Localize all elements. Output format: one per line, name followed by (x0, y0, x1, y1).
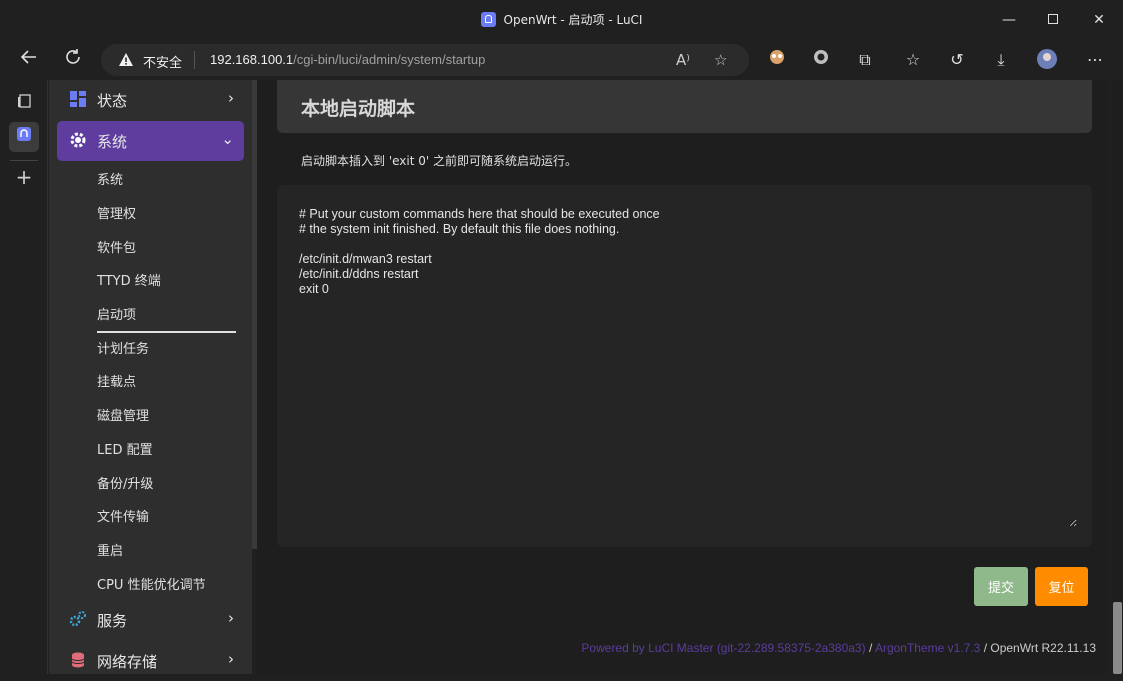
vertical-tab-luci[interactable] (9, 122, 39, 152)
submenu-reboot[interactable]: 重启 (97, 540, 123, 559)
page-title: 本地启动脚本 (301, 98, 416, 120)
history-icon[interactable]: ↺ (944, 48, 970, 72)
submenu-led[interactable]: LED 配置 (97, 439, 153, 458)
more-menu-icon[interactable]: ⋯ (1082, 48, 1108, 72)
database-icon (71, 652, 85, 668)
submenu-disk[interactable]: 磁盘管理 (97, 405, 149, 424)
browser-toolbar: 不安全 192.168.100.1/cgi-bin/luci/admin/sys… (0, 40, 1123, 80)
menu-system-label: 系统 (97, 133, 128, 151)
warning-icon (119, 53, 133, 66)
chevron-down-icon: ⌄ (221, 130, 234, 148)
url-path: /cgi-bin/luci/admin/system/startup (293, 52, 486, 67)
browser-sidebar-rail: + (0, 80, 48, 674)
submenu-cpufreq[interactable]: CPU 性能优化调节 (97, 574, 206, 593)
page-scrollbar[interactable] (1112, 80, 1123, 674)
page-description: 启动脚本插入到 'exit 0' 之前即可随系统启动运行。 (301, 154, 577, 168)
page-footer: Powered by LuCI Master (git-22.289.58375… (581, 641, 1096, 655)
page-header: 本地启动脚本 (277, 80, 1092, 133)
gear-icon (70, 132, 86, 148)
menu-status-label: 状态 (97, 92, 128, 110)
luci-app-icon (480, 12, 496, 27)
menu-services-label: 服务 (97, 612, 128, 630)
footer-separator: / (980, 641, 991, 655)
submenu-crontab[interactable]: 计划任务 (97, 338, 149, 357)
submenu-system[interactable]: 系统 (97, 169, 123, 188)
close-window-button[interactable]: ✕ (1087, 8, 1111, 32)
window-title-text: OpenWrt - 启动项 - LuCI (503, 13, 643, 27)
chevron-right-icon: › (228, 609, 234, 627)
footer-separator: / (865, 641, 875, 655)
submenu-startup[interactable]: 启动项 (97, 304, 236, 333)
chevron-right-icon: › (228, 650, 234, 668)
dashboard-icon (70, 91, 86, 107)
address-bar[interactable]: 不安全 192.168.100.1/cgi-bin/luci/admin/sys… (101, 44, 749, 76)
url-text[interactable]: 192.168.100.1/cgi-bin/luci/admin/system/… (210, 52, 485, 67)
submenu-ttyd[interactable]: TTYD 终端 (97, 270, 161, 289)
startup-script-textarea[interactable]: # Put your custom commands here that sho… (299, 207, 1077, 527)
favorites-icon[interactable]: ☆ (900, 48, 926, 72)
downloads-icon[interactable]: ⤓ (988, 48, 1014, 72)
new-tab-plus-icon[interactable]: + (9, 162, 39, 192)
favorite-star-icon[interactable]: ☆ (714, 51, 727, 69)
main-content: 本地启动脚本 启动脚本插入到 'exit 0' 之前即可随系统启动运行。 # P… (257, 80, 1107, 674)
extensions-puzzle-icon[interactable]: ⧉ (852, 48, 878, 72)
window-title: OpenWrt - 启动项 - LuCI (0, 11, 1123, 28)
window-titlebar: OpenWrt - 启动项 - LuCI — ✕ (0, 0, 1123, 40)
extension-face-icon[interactable] (764, 48, 790, 72)
read-aloud-icon[interactable]: A⁾ (676, 51, 690, 69)
luci-tab-icon (17, 127, 31, 141)
rail-divider (10, 160, 38, 161)
menu-system[interactable]: 系统 ⌄ (57, 121, 244, 161)
security-label[interactable]: 不安全 (143, 52, 182, 71)
theme-link[interactable]: ArgonTheme v1.7.3 (875, 641, 980, 655)
maximize-button[interactable] (1041, 8, 1065, 32)
address-separator (194, 51, 195, 69)
minimize-button[interactable]: — (997, 8, 1021, 32)
url-host: 192.168.100.1 (210, 52, 294, 67)
submenu-packages[interactable]: 软件包 (97, 237, 136, 256)
luci-sidebar: 状态 › 系统 ⌄ 系统 管理权 软件包 TTYD 终端 启动项 计划任务 挂载… (49, 80, 252, 674)
submenu-backup[interactable]: 备份/升级 (97, 473, 153, 492)
menu-status[interactable]: 状态 › (57, 80, 244, 120)
refresh-button[interactable] (60, 48, 86, 72)
page-scrollbar-thumb[interactable] (1113, 602, 1122, 674)
submenu-admin[interactable]: 管理权 (97, 203, 136, 222)
tab-actions-icon[interactable] (9, 88, 39, 118)
maximize-icon (1048, 14, 1058, 24)
extension-circle-icon[interactable] (808, 48, 834, 72)
script-editor-panel: # Put your custom commands here that sho… (277, 185, 1092, 547)
openwrt-version: OpenWrt R22.11.13 (990, 641, 1096, 655)
menu-nas-label: 网络存储 (97, 653, 158, 671)
refresh-icon (66, 49, 80, 64)
chevron-right-icon: › (228, 89, 234, 107)
profile-avatar-icon[interactable] (1034, 48, 1060, 72)
submit-button[interactable]: 提交 (974, 567, 1028, 606)
reset-button[interactable]: 复位 (1035, 567, 1088, 606)
submenu-filetransfer[interactable]: 文件传输 (97, 506, 149, 525)
menu-nas[interactable]: 网络存储 › (57, 641, 244, 681)
services-gears-icon (69, 611, 86, 627)
submenu-mounts[interactable]: 挂载点 (97, 371, 136, 390)
back-button[interactable] (16, 48, 42, 72)
menu-services[interactable]: 服务 › (57, 600, 244, 640)
luci-link[interactable]: Powered by LuCI Master (git-22.289.58375… (581, 641, 865, 655)
back-arrow-icon (20, 50, 36, 64)
